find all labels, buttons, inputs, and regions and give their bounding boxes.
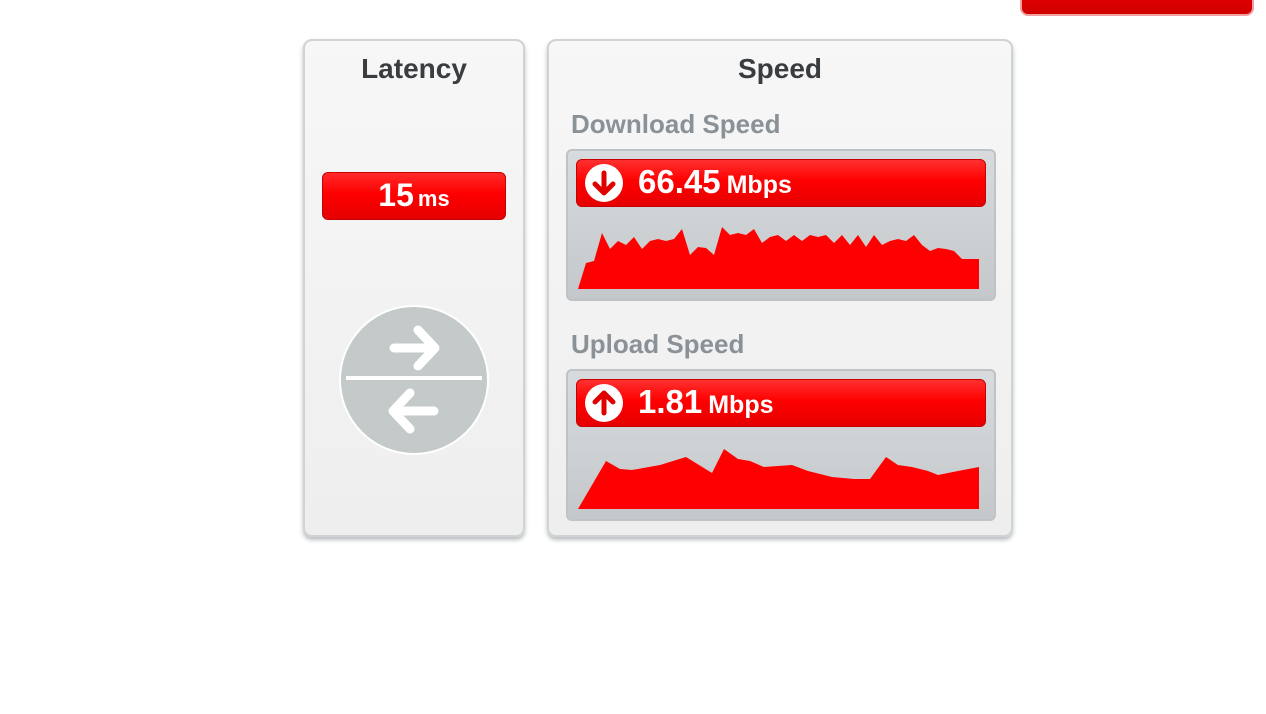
download-meter: 66.45 Mbps (566, 149, 996, 301)
latency-panel: Latency 15 ms (303, 39, 525, 537)
download-value-bar: 66.45 Mbps (576, 159, 986, 207)
arrow-up-icon (585, 384, 623, 422)
download-unit: Mbps (726, 171, 792, 199)
download-value: 66.45 (638, 163, 721, 200)
download-graph (578, 227, 979, 289)
top-action-button[interactable] (1020, 0, 1254, 16)
upload-value-bar: 1.81 Mbps (576, 379, 986, 427)
upload-value-text: 1.81 Mbps (638, 380, 774, 431)
arrow-down-icon (585, 164, 623, 202)
latency-value-badge: 15 ms (322, 172, 506, 220)
latency-unit: ms (417, 186, 450, 211)
ping-arrows-icon (339, 305, 489, 455)
download-speed-label: Download Speed (571, 109, 781, 139)
upload-meter: 1.81 Mbps (566, 369, 996, 521)
speed-panel: Speed Download Speed 66.45 Mbps Upload Sp… (547, 39, 1013, 537)
latency-value: 15 (378, 177, 414, 213)
upload-speed-label: Upload Speed (571, 329, 745, 359)
download-value-text: 66.45 Mbps (638, 160, 792, 211)
latency-title: Latency (361, 53, 467, 84)
speed-title: Speed (737, 53, 823, 84)
upload-graph (578, 449, 979, 509)
upload-unit: Mbps (708, 391, 774, 419)
upload-value: 1.81 (638, 383, 703, 420)
